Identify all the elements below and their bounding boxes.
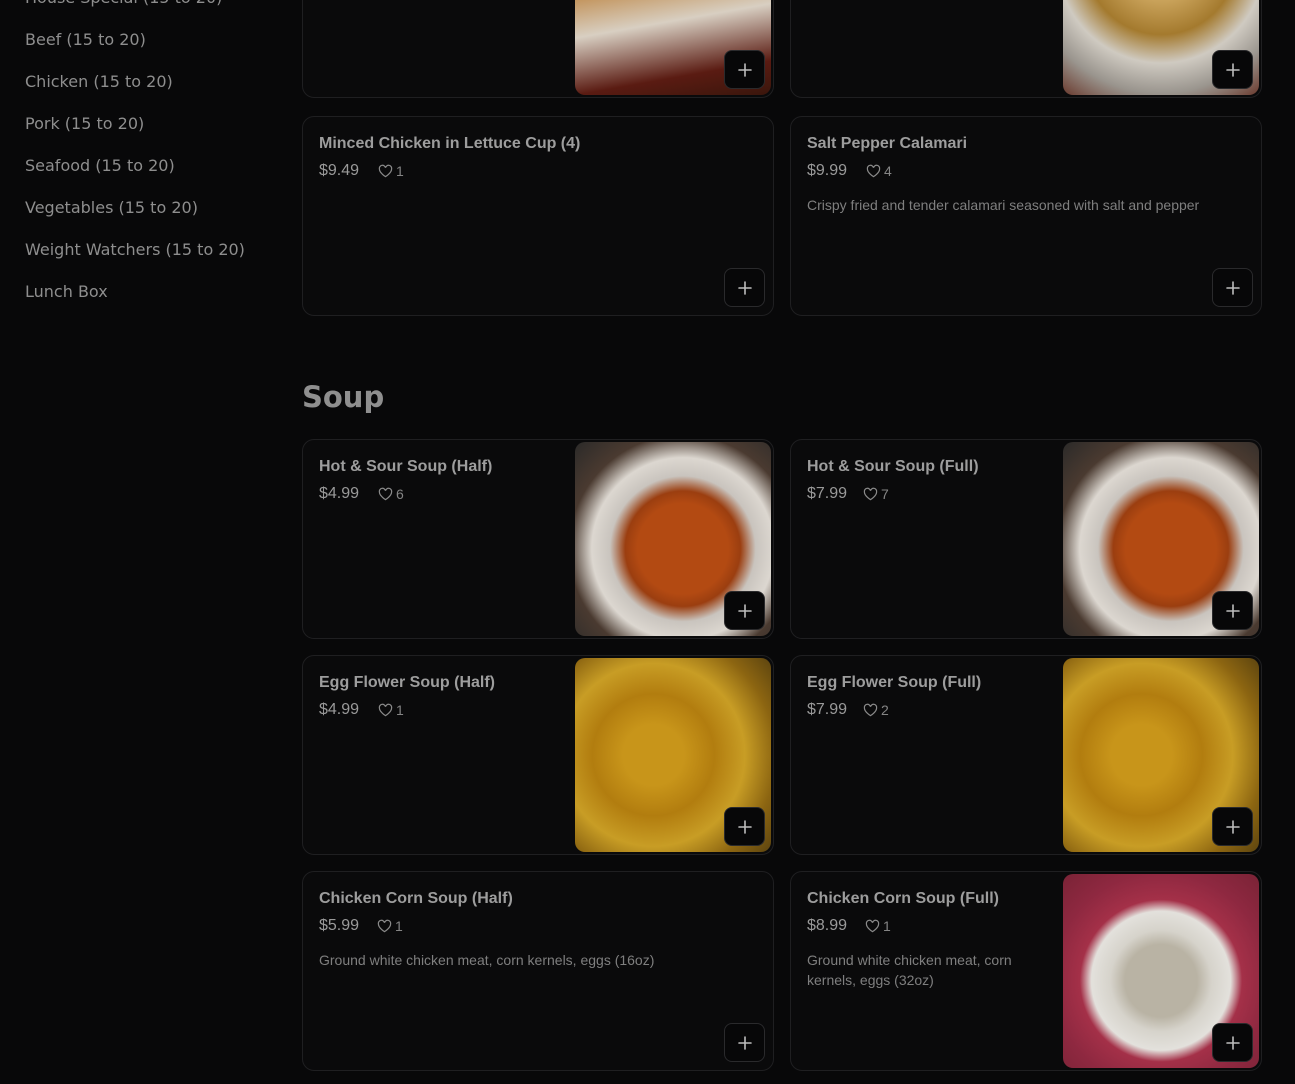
- item-likes: 1: [377, 918, 403, 934]
- add-to-cart-button[interactable]: [1212, 591, 1253, 630]
- menu-item-card[interactable]: [302, 0, 774, 98]
- likes-count: 6: [396, 486, 404, 502]
- sidebar-item-vegetables[interactable]: Vegetables (15 to 20): [25, 198, 198, 218]
- likes-count: 1: [396, 702, 404, 718]
- item-price: $4.99: [319, 701, 360, 718]
- sidebar-item-lunch-box[interactable]: Lunch Box: [25, 282, 108, 302]
- section-title-soup: Soup: [302, 380, 385, 414]
- item-likes: 1: [378, 702, 404, 718]
- menu-item-card[interactable]: Minced Chicken in Lettuce Cup (4) $9.49 …: [302, 116, 774, 316]
- plus-icon: [1225, 819, 1240, 834]
- heart-icon: [378, 164, 393, 178]
- sidebar-item-seafood[interactable]: Seafood (15 to 20): [25, 156, 175, 176]
- item-likes: 4: [866, 163, 892, 179]
- heart-icon: [378, 487, 393, 501]
- item-price: $4.99: [319, 485, 360, 502]
- heart-icon: [378, 703, 393, 717]
- item-likes: 2: [863, 702, 889, 718]
- plus-icon: [1225, 62, 1240, 77]
- heart-icon: [865, 919, 880, 933]
- item-price: $8.99: [807, 917, 848, 934]
- sidebar-item-pork[interactable]: Pork (15 to 20): [25, 114, 144, 134]
- item-price: $9.49: [319, 162, 360, 179]
- heart-icon: [866, 164, 881, 178]
- menu-item-card[interactable]: Chicken Corn Soup (Half) $5.99 1 Ground …: [302, 871, 774, 1071]
- item-name: Egg Flower Soup (Full): [807, 674, 982, 691]
- item-name: Chicken Corn Soup (Full): [807, 890, 999, 907]
- heart-icon: [377, 919, 392, 933]
- item-likes: 7: [863, 486, 889, 502]
- item-description: Ground white chicken meat, corn kernels,…: [807, 952, 1012, 988]
- likes-count: 4: [884, 163, 892, 179]
- item-name: Hot & Sour Soup (Half): [319, 458, 493, 475]
- sidebar-item-beef[interactable]: Beef (15 to 20): [25, 30, 146, 50]
- add-to-cart-button[interactable]: [1212, 50, 1253, 89]
- menu-item-card[interactable]: Hot & Sour Soup (Half) $4.99 6: [302, 439, 774, 639]
- item-likes: 1: [378, 163, 404, 179]
- plus-icon: [1225, 1035, 1240, 1050]
- add-to-cart-button[interactable]: [724, 268, 765, 307]
- item-description: Crispy fried and tender calamari seasone…: [807, 197, 1200, 213]
- menu-item-card[interactable]: Hot & Sour Soup (Full) $7.99 7: [790, 439, 1262, 639]
- item-name: Chicken Corn Soup (Half): [319, 890, 513, 907]
- menu-item-card[interactable]: Chicken Corn Soup (Full) $8.99 1 Ground …: [790, 871, 1262, 1071]
- plus-icon: [737, 280, 752, 295]
- sidebar-item-house-special[interactable]: House Special (15 to 20): [25, 0, 222, 8]
- category-sidebar: House Special (15 to 20) Beef (15 to 20)…: [0, 0, 290, 1084]
- add-to-cart-button[interactable]: [724, 50, 765, 89]
- add-to-cart-button[interactable]: [1212, 268, 1253, 307]
- item-price: $7.99: [807, 485, 848, 502]
- likes-count: 7: [881, 486, 889, 502]
- item-likes: 1: [865, 918, 891, 934]
- item-price: $5.99: [319, 917, 360, 934]
- menu-item-card[interactable]: Egg Flower Soup (Half) $4.99 1: [302, 655, 774, 855]
- item-name: Salt Pepper Calamari: [807, 135, 968, 152]
- item-price: $7.99: [807, 701, 848, 718]
- sidebar-item-chicken[interactable]: Chicken (15 to 20): [25, 72, 173, 92]
- item-price: $9.99: [807, 162, 848, 179]
- add-to-cart-button[interactable]: [1212, 1023, 1253, 1062]
- item-likes: 6: [378, 486, 404, 502]
- menu-item-card[interactable]: Salt Pepper Calamari $9.99 4 Crispy frie…: [790, 116, 1262, 316]
- plus-icon: [737, 1035, 752, 1050]
- item-name: Egg Flower Soup (Half): [319, 674, 495, 691]
- heart-icon: [863, 487, 878, 501]
- add-to-cart-button[interactable]: [1212, 807, 1253, 846]
- plus-icon: [737, 819, 752, 834]
- sidebar-item-weight-watchers[interactable]: Weight Watchers (15 to 20): [25, 240, 245, 260]
- item-name: Hot & Sour Soup (Full): [807, 458, 979, 475]
- add-to-cart-button[interactable]: [724, 591, 765, 630]
- plus-icon: [1225, 280, 1240, 295]
- plus-icon: [1225, 603, 1240, 618]
- likes-count: 2: [881, 702, 889, 718]
- likes-count: 1: [883, 918, 891, 934]
- likes-count: 1: [396, 163, 404, 179]
- plus-icon: [737, 62, 752, 77]
- item-description: Ground white chicken meat, corn kernels,…: [319, 952, 655, 968]
- menu-item-card[interactable]: Egg Flower Soup (Full) $7.99 2: [790, 655, 1262, 855]
- menu-item-card[interactable]: [790, 0, 1262, 98]
- likes-count: 1: [395, 918, 403, 934]
- plus-icon: [737, 603, 752, 618]
- add-to-cart-button[interactable]: [724, 807, 765, 846]
- heart-icon: [863, 703, 878, 717]
- item-name: Minced Chicken in Lettuce Cup (4): [319, 135, 581, 152]
- add-to-cart-button[interactable]: [724, 1023, 765, 1062]
